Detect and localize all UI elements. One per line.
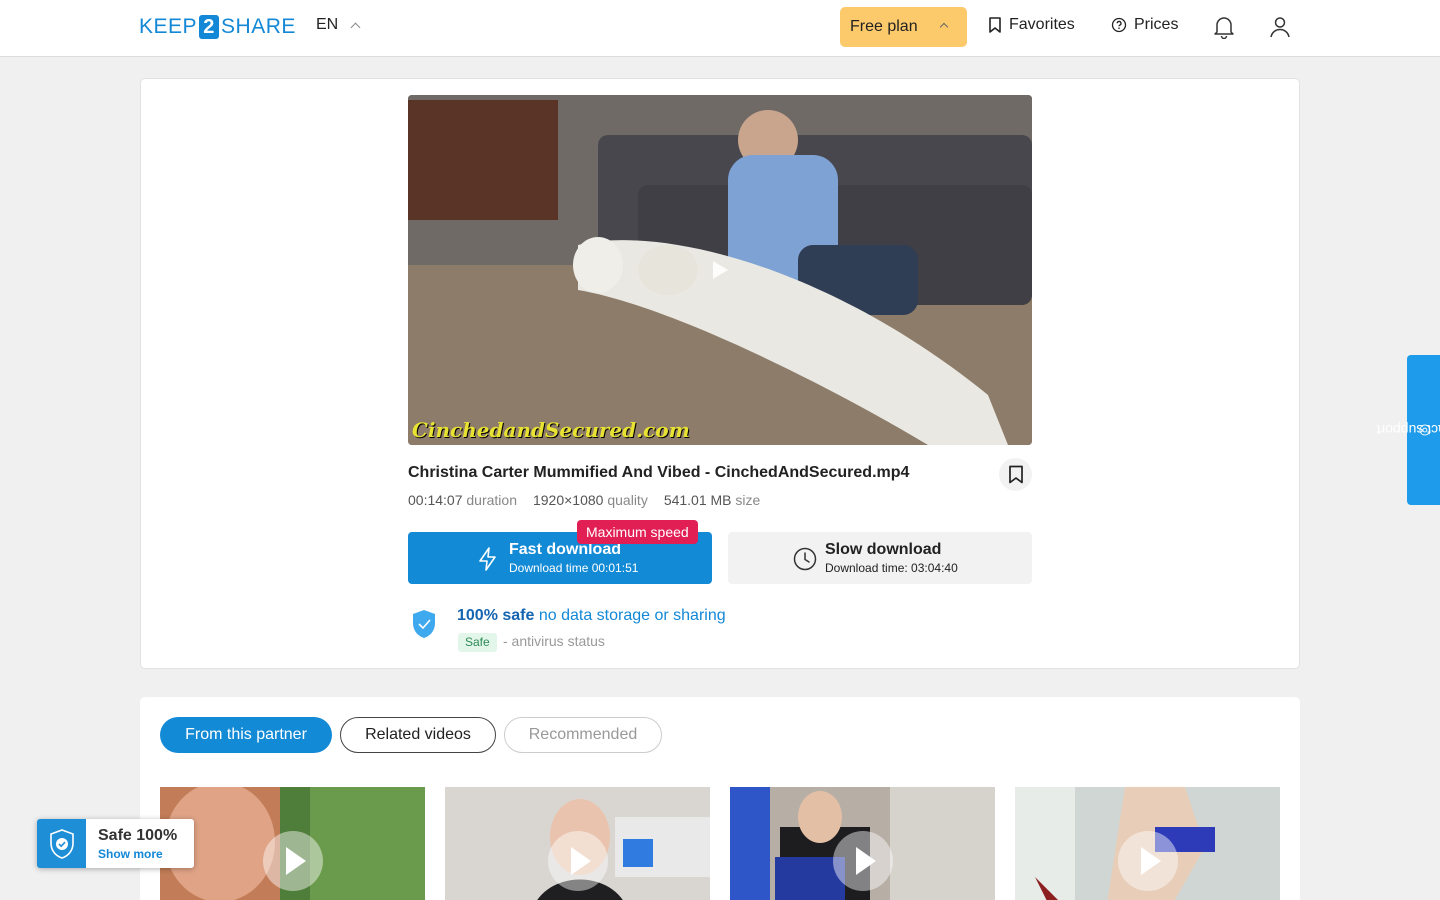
favorites-label: Favorites bbox=[1009, 16, 1075, 33]
user-icon bbox=[1270, 17, 1290, 38]
lightning-icon bbox=[479, 547, 496, 571]
shield-check-icon bbox=[49, 828, 74, 859]
logo-text-right: SHARE bbox=[221, 15, 296, 38]
play-icon bbox=[547, 831, 608, 891]
show-more-link[interactable]: Show more bbox=[98, 847, 163, 861]
safety-headline-strong: 100% safe bbox=[457, 607, 535, 624]
slow-download-label: Slow download bbox=[825, 541, 942, 558]
video-thumbnail-card[interactable] bbox=[1015, 787, 1280, 900]
language-selector[interactable]: EN bbox=[316, 16, 361, 34]
bookmark-icon bbox=[1008, 465, 1023, 484]
shield-check-icon bbox=[413, 610, 435, 638]
prices-link[interactable]: Prices bbox=[1111, 16, 1178, 34]
file-meta: 00:14:07 duration 1920×1080 quality 541.… bbox=[408, 492, 760, 508]
tab-related-videos[interactable]: Related videos bbox=[340, 717, 496, 753]
tab-recommended[interactable]: Recommended bbox=[504, 717, 662, 753]
video-preview[interactable] bbox=[408, 95, 1032, 445]
chevron-up-icon bbox=[939, 22, 949, 32]
clock-icon bbox=[793, 547, 817, 571]
video-thumbnail-card[interactable] bbox=[445, 787, 710, 900]
antivirus-badge: Safe bbox=[458, 633, 497, 652]
video-thumbnail-card[interactable] bbox=[730, 787, 995, 900]
add-favorite-button[interactable] bbox=[999, 458, 1032, 491]
bell-icon bbox=[1214, 17, 1234, 39]
duration-info: 00:14:07 duration bbox=[408, 492, 517, 508]
account-button[interactable] bbox=[1267, 14, 1293, 40]
prices-label: Prices bbox=[1134, 16, 1179, 33]
contact-support-text: contact support bbox=[1375, 422, 1440, 438]
quality-value: 1920×1080 bbox=[532, 492, 604, 508]
fast-download-time: Download time 00:01:51 bbox=[509, 561, 639, 575]
antivirus-status: - antivirus status bbox=[503, 633, 605, 649]
shield-icon bbox=[37, 819, 86, 868]
site-logo[interactable]: KEEP 2 SHARE bbox=[139, 14, 296, 40]
duration-label: duration bbox=[466, 492, 517, 508]
size-label: size bbox=[735, 492, 761, 508]
contact-support-label: ◎ contact support bbox=[1376, 422, 1440, 438]
video-thumbnail-card[interactable] bbox=[160, 787, 425, 900]
logo-text-left: KEEP bbox=[139, 15, 198, 38]
chevron-up-icon bbox=[350, 22, 361, 33]
quality-label: quality bbox=[607, 492, 648, 508]
safety-headline-rest: no data storage or sharing bbox=[538, 607, 726, 624]
size-info: 541.01 MB size bbox=[664, 492, 761, 508]
quality-info: 1920×1080 quality bbox=[533, 492, 648, 508]
size-value: 541.01 MB bbox=[663, 492, 732, 508]
language-label: EN bbox=[316, 16, 339, 33]
bookmark-icon bbox=[989, 17, 1001, 33]
duration-value: 00:14:07 bbox=[408, 492, 463, 508]
safe-widget[interactable]: Safe 100% Show more bbox=[37, 819, 194, 868]
safety-headline: 100% safe no data storage or sharing bbox=[457, 607, 726, 625]
safe-widget-title: Safe 100% bbox=[98, 827, 178, 844]
tab-from-this-partner[interactable]: From this partner bbox=[160, 717, 332, 753]
file-title: Christina Carter Mummified And Vibed - C… bbox=[408, 464, 910, 481]
logo-number: 2 bbox=[199, 15, 220, 39]
play-icon bbox=[1117, 831, 1178, 891]
play-icon bbox=[832, 831, 893, 891]
plan-label: Free plan bbox=[850, 18, 918, 35]
contact-support-tab[interactable]: ◎ contact support bbox=[1376, 355, 1440, 505]
help-circle-icon bbox=[1111, 17, 1127, 33]
notifications-button[interactable] bbox=[1211, 14, 1237, 40]
top-header: KEEP 2 SHARE EN Free plan Favorites Pric… bbox=[0, 0, 1440, 57]
play-icon bbox=[262, 831, 323, 891]
video-watermark: CinchedandSecured.com bbox=[412, 418, 690, 442]
free-plan-button[interactable]: Free plan bbox=[840, 7, 967, 47]
slow-download-time: Download time: 03:04:40 bbox=[825, 561, 958, 575]
max-speed-badge: Maximum speed bbox=[577, 520, 698, 544]
favorites-link[interactable]: Favorites bbox=[988, 16, 1075, 34]
slow-download-button[interactable]: Slow download Download time: 03:04:40 bbox=[728, 532, 1032, 584]
play-icon[interactable] bbox=[711, 260, 729, 280]
